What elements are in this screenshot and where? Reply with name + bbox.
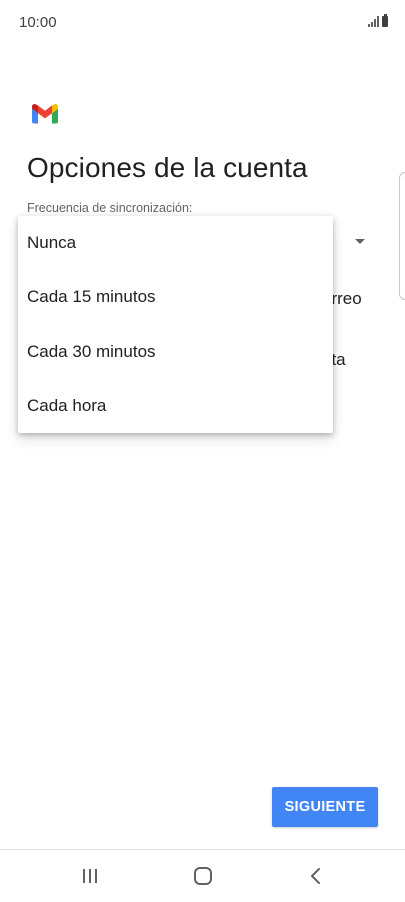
status-time: 10:00 xyxy=(19,14,57,31)
gmail-logo-icon xyxy=(32,104,58,124)
home-icon[interactable] xyxy=(190,864,216,888)
option-every-15-minutes[interactable]: Cada 15 minutos xyxy=(18,270,333,324)
option-every-30-minutes[interactable]: Cada 30 minutos xyxy=(18,325,333,379)
battery-icon xyxy=(382,14,388,27)
status-icons xyxy=(368,14,388,27)
navigation-bar xyxy=(0,850,405,902)
sync-frequency-dropdown: Nunca Cada 15 minutos Cada 30 minutos Ca… xyxy=(18,216,333,433)
next-button[interactable]: SIGUIENTE xyxy=(272,787,378,827)
chevron-down-icon[interactable] xyxy=(355,239,365,244)
edge-panel-handle[interactable] xyxy=(399,172,405,300)
recents-icon[interactable] xyxy=(77,864,103,888)
page-title: Opciones de la cuenta xyxy=(27,152,308,183)
signal-icon xyxy=(368,15,379,27)
option-every-hour[interactable]: Cada hora xyxy=(18,379,333,433)
option-never[interactable]: Nunca xyxy=(18,216,333,270)
back-icon[interactable] xyxy=(303,864,329,888)
status-bar: 10:00 xyxy=(0,0,405,44)
sync-frequency-label: Frecuencia de sincronización: xyxy=(27,201,193,215)
screen: 10:00 Opciones de la cuenta Frecuencia d… xyxy=(0,0,405,902)
